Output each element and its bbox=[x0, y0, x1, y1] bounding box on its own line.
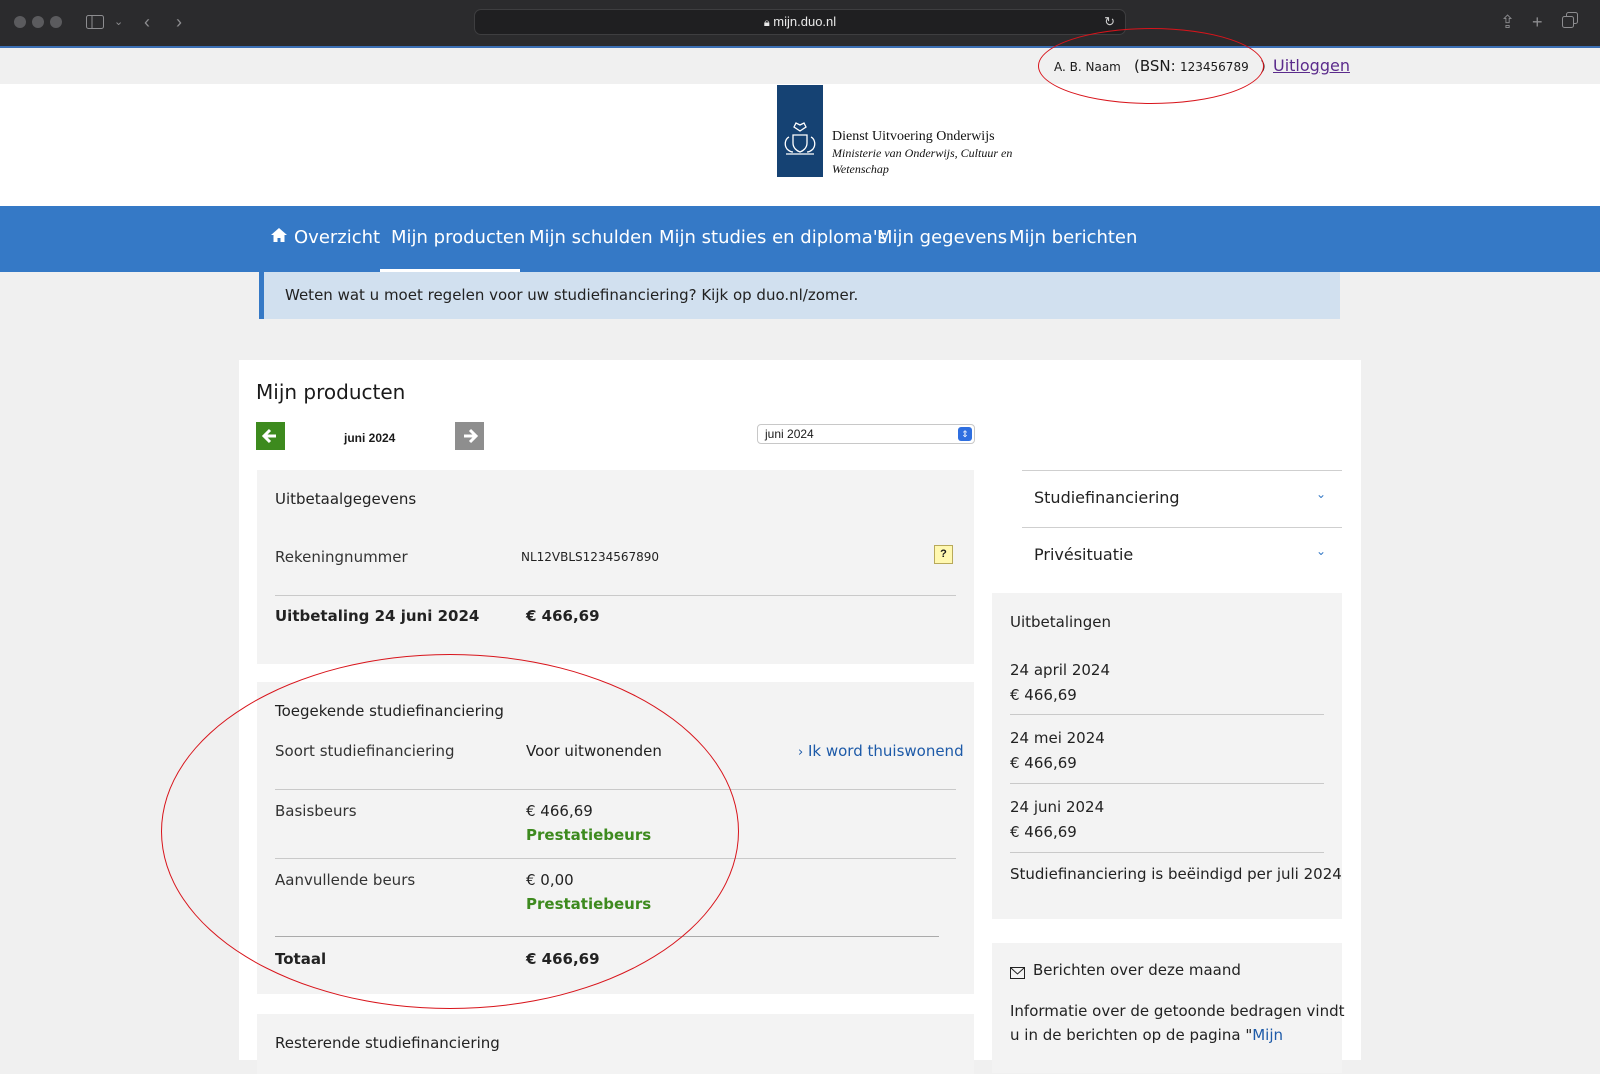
annotation-ellipse-bsn bbox=[1038, 28, 1264, 104]
nav-item-mijn-gegevens[interactable]: Mijn gegevens bbox=[877, 206, 1007, 272]
logo-line-3: Wetenschap bbox=[832, 162, 889, 176]
divider bbox=[275, 595, 956, 596]
minimize-window-icon[interactable] bbox=[32, 16, 44, 28]
forward-icon[interactable]: › bbox=[176, 12, 182, 32]
coat-of-arms-icon bbox=[784, 122, 816, 155]
month-select[interactable]: juni 2024 ⇕ bbox=[757, 424, 975, 444]
nav-label-overzicht: Overzicht bbox=[294, 227, 381, 248]
accordion-studiefinanciering-label: Studiefinanciering bbox=[1034, 488, 1180, 507]
uitbetaling-label: Uitbetaling 24 juni 2024 bbox=[275, 607, 480, 625]
uitbetaalgegevens-panel: Uitbetaalgegevens Rekeningnummer NL12VBL… bbox=[257, 470, 974, 664]
uitbetaal-title: Uitbetaalgegevens bbox=[275, 490, 417, 508]
nav-item-mijn-schulden[interactable]: Mijn schulden bbox=[529, 206, 653, 272]
payment-date: 24 april 2024 bbox=[1010, 661, 1111, 679]
divider bbox=[1010, 783, 1324, 784]
berichten-panel: Berichten over deze maand Informatie ove… bbox=[992, 943, 1345, 1073]
envelope-icon bbox=[1010, 966, 1025, 984]
user-bar: A. B. Naam (BSN: 123456789 ) Uitloggen bbox=[0, 50, 1600, 84]
next-month-button[interactable] bbox=[455, 422, 484, 450]
new-tab-icon[interactable]: + bbox=[1532, 12, 1543, 32]
header-logo-area: Dienst Uitvoering Onderwijs Ministerie v… bbox=[0, 84, 1600, 206]
payment-amount: € 466,69 bbox=[1010, 754, 1077, 772]
resterend-title: Resterende studiefinanciering bbox=[275, 1034, 500, 1052]
arrow-right-icon bbox=[464, 428, 479, 444]
select-arrows-icon: ⇕ bbox=[958, 427, 972, 441]
sidebar-toggle-icon[interactable] bbox=[86, 13, 104, 33]
logo-line-1: Dienst Uitvoering Onderwijs bbox=[832, 129, 995, 144]
maximize-window-icon[interactable] bbox=[50, 16, 62, 28]
thuiswonend-link[interactable]: › Ik word thuiswonend bbox=[798, 742, 964, 760]
rijksoverheid-logo[interactable] bbox=[777, 85, 823, 177]
lock-icon: 🔒︎ bbox=[763, 17, 770, 29]
back-icon[interactable]: ‹ bbox=[144, 12, 150, 32]
current-month-label: juni 2024 bbox=[344, 431, 396, 445]
accordion-privesituatie[interactable]: Privésituatie ⌄ bbox=[1022, 528, 1342, 584]
nav-item-mijn-producten[interactable]: Mijn producten bbox=[380, 206, 525, 272]
uitbetaling-value: € 466,69 bbox=[526, 607, 600, 625]
tab-overview-icon[interactable] bbox=[1562, 12, 1578, 32]
help-icon[interactable]: ? bbox=[934, 545, 953, 564]
divider bbox=[1010, 714, 1324, 715]
rekening-value: NL12VBLS1234567890 bbox=[521, 550, 660, 564]
info-banner: Weten wat u moet regelen voor uw studief… bbox=[259, 272, 1340, 319]
address-bar[interactable]: 🔒︎ mijn.duo.nl ↻ bbox=[474, 9, 1126, 35]
payment-date: 24 mei 2024 bbox=[1010, 729, 1105, 747]
thuiswonend-link-text: Ik word thuiswonend bbox=[807, 742, 964, 760]
rekening-label: Rekeningnummer bbox=[275, 548, 408, 566]
url-text: mijn.duo.nl bbox=[773, 14, 837, 29]
payment-date: 24 juni 2024 bbox=[1010, 798, 1105, 816]
payment-amount: € 466,69 bbox=[1010, 686, 1077, 704]
mijn-berichten-link[interactable]: Mijn bbox=[1252, 1026, 1283, 1044]
home-icon bbox=[270, 206, 288, 270]
berichten-text-line1: Informatie over de getoonde bedragen vin… bbox=[1010, 1002, 1345, 1020]
uitbetalingen-panel: Uitbetalingen 24 april 2024 € 466,69 24 … bbox=[992, 593, 1342, 919]
month-select-value: juni 2024 bbox=[765, 427, 814, 441]
previous-month-button[interactable] bbox=[256, 422, 285, 450]
berichten-text-part: u in de berichten op de pagina " bbox=[1010, 1026, 1253, 1044]
logout-link[interactable]: Uitloggen bbox=[1273, 56, 1350, 75]
accordion-studiefinanciering[interactable]: Studiefinanciering ⌄ bbox=[1022, 471, 1342, 527]
chevron-down-icon: ⌄ bbox=[1316, 544, 1327, 558]
annotation-ellipse-studiefinanciering bbox=[161, 654, 739, 1009]
nav-item-mijn-berichten[interactable]: Mijn berichten bbox=[1009, 206, 1137, 272]
chevron-right-icon: › bbox=[798, 745, 804, 760]
uitbetalingen-title: Uitbetalingen bbox=[1010, 613, 1111, 631]
chevron-down-icon[interactable]: ⌄ bbox=[114, 12, 123, 32]
page-title: Mijn producten bbox=[256, 380, 406, 404]
nav-item-overzicht[interactable]: Overzicht bbox=[270, 206, 380, 272]
resterende-studiefinanciering-panel: Resterende studiefinanciering bbox=[257, 1014, 974, 1074]
chevron-down-icon: ⌄ bbox=[1316, 487, 1327, 501]
berichten-text-line2: u in de berichten op de pagina "Mijn bbox=[1010, 1026, 1283, 1044]
accordion-privesituatie-label: Privésituatie bbox=[1034, 545, 1134, 564]
logo-line-2: Ministerie van Onderwijs, Cultuur en bbox=[832, 146, 1013, 160]
share-icon[interactable]: ⇪ bbox=[1500, 12, 1515, 32]
payment-amount: € 466,69 bbox=[1010, 823, 1077, 841]
browser-toolbar: ⌄ ‹ › 🔒︎ mijn.duo.nl ↻ ⇪ + bbox=[0, 0, 1600, 48]
close-window-icon[interactable] bbox=[14, 16, 26, 28]
ended-notice: Studiefinanciering is beëindigd per juli… bbox=[1010, 865, 1342, 883]
nav-item-mijn-studies[interactable]: Mijn studies en diploma's bbox=[659, 206, 887, 272]
berichten-title: Berichten over deze maand bbox=[1033, 961, 1241, 979]
arrow-left-icon bbox=[261, 428, 276, 444]
divider bbox=[1010, 852, 1324, 853]
main-navigation: Overzicht Mijn producten Mijn schulden M… bbox=[0, 206, 1600, 272]
